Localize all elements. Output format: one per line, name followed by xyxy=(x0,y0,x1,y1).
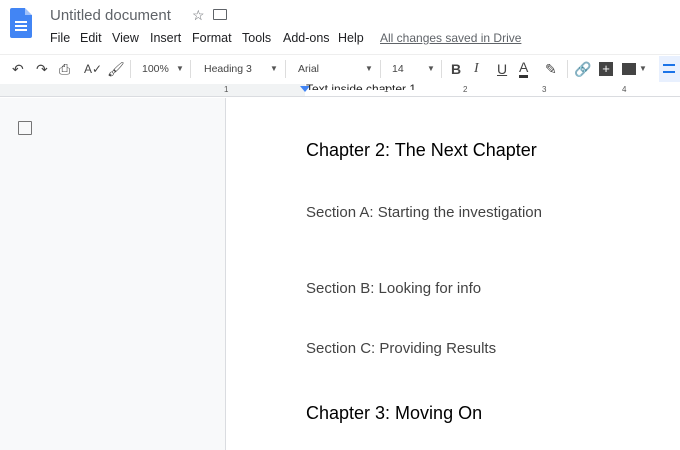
font-select[interactable]: Arial xyxy=(298,60,319,78)
spellcheck-icon[interactable]: A✓ xyxy=(84,60,102,78)
save-status-link[interactable]: All changes saved in Drive xyxy=(380,31,521,45)
menu-view[interactable]: View xyxy=(112,31,139,45)
heading-chapter-2: Chapter 2: The Next Chapter xyxy=(306,140,537,160)
chevron-down-icon[interactable]: ▼ xyxy=(427,60,435,78)
menu-addons[interactable]: Add-ons xyxy=(283,31,330,45)
link-icon[interactable]: 🔗 xyxy=(574,60,591,78)
docs-logo[interactable] xyxy=(10,8,32,38)
heading-section-c: Section C: Providing Results xyxy=(306,340,497,357)
star-icon[interactable]: ☆ xyxy=(192,7,205,24)
style-select[interactable]: Heading 3 xyxy=(204,60,252,78)
menu-file[interactable]: File xyxy=(50,31,70,45)
menu-insert[interactable]: Insert xyxy=(150,31,181,45)
add-comment-icon[interactable]: + xyxy=(599,62,613,76)
chevron-down-icon[interactable]: ▼ xyxy=(270,60,278,78)
document-outline-icon[interactable] xyxy=(18,121,32,135)
insert-image-icon[interactable] xyxy=(622,63,636,75)
highlight-icon[interactable]: ✎ xyxy=(545,60,557,78)
outline-panel xyxy=(0,98,226,450)
paint-format-icon[interactable]: 🖌 xyxy=(107,60,125,78)
document-title[interactable]: Untitled document xyxy=(50,7,171,24)
zoom-select[interactable]: 100% xyxy=(142,60,169,78)
underline-icon[interactable]: U xyxy=(497,60,507,78)
bold-icon[interactable]: B xyxy=(451,60,461,78)
menu-edit[interactable]: Edit xyxy=(80,31,102,45)
print-icon[interactable]: ⎙ xyxy=(59,60,70,78)
menu-format[interactable]: Format xyxy=(192,31,232,45)
undo-icon[interactable]: ↶ xyxy=(12,60,24,78)
menu-tools[interactable]: Tools xyxy=(242,31,271,45)
font-size-select[interactable]: 14 xyxy=(392,60,404,78)
chevron-down-icon[interactable]: ▼ xyxy=(365,60,373,78)
align-left-button[interactable] xyxy=(659,56,680,82)
chevron-down-icon[interactable]: ▼ xyxy=(176,60,184,78)
chevron-down-icon[interactable]: ▼ xyxy=(639,60,647,78)
redo-icon[interactable]: ↷ xyxy=(36,60,48,78)
text-color-icon[interactable]: A xyxy=(519,60,529,78)
heading-section-b: Section B: Looking for info xyxy=(306,280,482,297)
body-text: Text inside chapter 1 xyxy=(306,82,417,90)
heading-section-a: Section A: Starting the investigation xyxy=(306,204,542,221)
move-folder-icon[interactable] xyxy=(213,9,227,20)
italic-icon[interactable]: I xyxy=(474,60,479,78)
menu-help[interactable]: Help xyxy=(338,31,364,45)
heading-chapter-3: Chapter 3: Moving On xyxy=(306,403,483,423)
